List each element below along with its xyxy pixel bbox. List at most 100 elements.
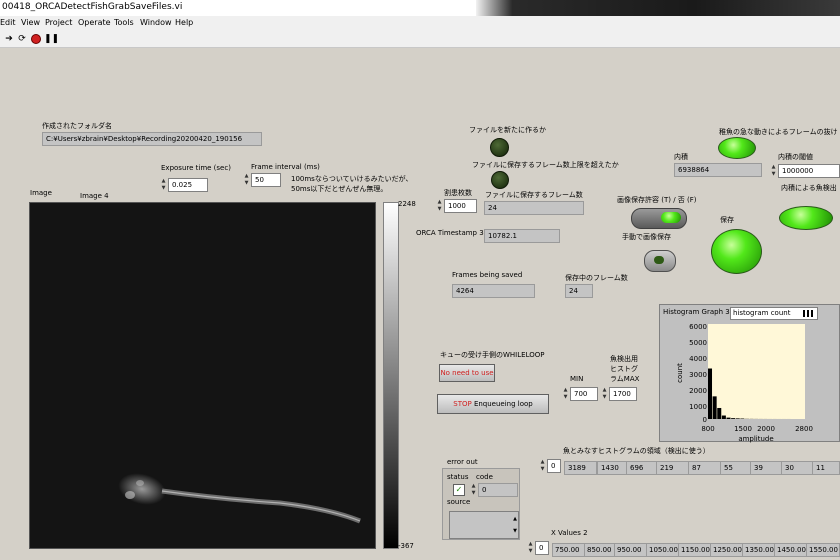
timestamp-field: 10782.1: [484, 229, 560, 243]
scale-min-label: -367: [398, 542, 414, 550]
histogram-legend[interactable]: histogram count: [730, 307, 818, 320]
histogram-xlabel: amplitude: [738, 435, 773, 443]
scale-max-label: 2248: [398, 200, 416, 208]
status-check-icon: ✓: [453, 484, 465, 496]
fish-range-index[interactable]: 0: [547, 459, 561, 473]
histogram-bar: [712, 396, 717, 419]
intensity-colorbar: [383, 202, 399, 549]
fish-range-cell: 11: [812, 461, 840, 475]
detect-led: [779, 206, 833, 230]
histogram-bar: [721, 415, 726, 419]
save-allow-switch[interactable]: [631, 208, 687, 229]
xvalues-cell: 1250.00: [710, 543, 743, 557]
inner-product-field: 6938864: [674, 163, 762, 177]
frames-in-file-label: ファイルに保存するフレーム数: [485, 191, 583, 199]
frames-being-saved-label: Frames being saved: [452, 271, 523, 279]
queue-label: キューの受け手側のWHILELOOP: [440, 351, 545, 359]
min-stepper[interactable]: ▲ ▼: [562, 387, 569, 401]
histogram-bar: [731, 418, 736, 419]
y-tick-6000: 6000: [689, 323, 707, 331]
histogram-bar: [708, 368, 713, 419]
max-label-3: ラムMAX: [610, 375, 640, 383]
toolbar: ➔ ⟳ ❚❚: [0, 31, 840, 48]
frames-being-saved-field: 4264: [452, 284, 535, 298]
y-tick-2000: 2000: [689, 387, 707, 395]
fish-range-cell: 3189: [564, 461, 597, 475]
x-tick-2000: 2000: [757, 425, 775, 433]
min-input[interactable]: 700: [570, 387, 598, 401]
exposure-stepper[interactable]: ▲ ▼: [160, 178, 167, 192]
histogram-legend-label: histogram count: [733, 309, 791, 317]
menu-window[interactable]: Window: [140, 18, 172, 27]
background-window-strip: [476, 0, 840, 16]
exposure-label: Exposure time (sec): [161, 164, 231, 172]
save-label: 保存: [720, 216, 734, 224]
xvalues-cell: 1050.00: [646, 543, 679, 557]
histogram-ylabel: count: [676, 363, 684, 383]
no-need-to-use-button[interactable]: No need to use: [439, 364, 495, 382]
x-tick-800: 800: [701, 425, 714, 433]
title-bar: 00418_ORCADetectFishGrabSaveFiles.vi: [0, 0, 840, 17]
pause-icon[interactable]: ❚❚: [44, 34, 59, 44]
split-count-stepper[interactable]: ▲ ▼: [436, 199, 443, 213]
xvalues-index-stepper[interactable]: ▲ ▼: [527, 541, 534, 555]
fish-larva-image: [118, 473, 361, 524]
enqueueing-loop-text: Enqueueing loop: [473, 400, 533, 408]
y-tick-3000: 3000: [689, 371, 707, 379]
menu-bar: Edit View Project Operate Tools Window H…: [0, 16, 840, 31]
y-tick-5000: 5000: [689, 339, 707, 347]
max-input[interactable]: 1700: [609, 387, 637, 401]
xvalues-cell: 1550.00: [806, 543, 840, 557]
save-led: [711, 229, 762, 274]
fish-range-index-stepper[interactable]: ▲ ▼: [539, 459, 546, 473]
threshold-input[interactable]: 1000000: [778, 164, 840, 178]
xvalues-cell: 1450.00: [774, 543, 807, 557]
histogram-bar: [726, 417, 731, 419]
scroll-arrows-icon[interactable]: ▲ ▼: [513, 513, 517, 537]
threshold-label: 内積の閾値: [778, 153, 813, 161]
new-file-led: [490, 138, 509, 157]
fast-move-label: 稚魚の急な動きによるフレームの抜け: [719, 128, 838, 136]
histogram-svg: 6000 5000 4000 3000 2000 1000 0 800 1500…: [676, 323, 813, 443]
fish-range-cell: 39: [750, 461, 783, 475]
threshold-stepper[interactable]: ▲ ▼: [770, 164, 777, 178]
frame-interval-input[interactable]: 50: [251, 173, 281, 187]
exceed-led: [491, 171, 509, 189]
run-continuously-icon[interactable]: ⟳: [17, 34, 27, 44]
image-label: Image: [30, 189, 52, 197]
histogram-bar: [735, 418, 740, 419]
frame-interval-stepper[interactable]: ▲ ▼: [243, 173, 250, 187]
error-code-field: 0: [478, 483, 518, 497]
fast-move-led: [718, 137, 756, 159]
stop-word: STOP: [453, 400, 472, 408]
fish-range-label: 魚とみなすヒストグラムの領域（検出に使う）: [563, 447, 710, 455]
menu-view[interactable]: View: [21, 18, 40, 27]
menu-project[interactable]: Project: [45, 18, 72, 27]
xvalues-cell: 1350.00: [742, 543, 775, 557]
menu-edit[interactable]: Edit: [0, 18, 16, 27]
xvalues-cell: 850.00: [584, 543, 617, 557]
manual-save-button[interactable]: [644, 250, 676, 272]
fish-range-cell: 87: [688, 461, 721, 475]
menu-help[interactable]: Help: [175, 18, 193, 27]
menu-operate[interactable]: Operate: [78, 18, 111, 27]
y-tick-4000: 4000: [689, 355, 707, 363]
menu-tools[interactable]: Tools: [114, 18, 134, 27]
run-arrow-icon[interactable]: ➔: [4, 34, 14, 44]
xvalues-index[interactable]: 0: [535, 541, 549, 555]
stop-enqueueing-button[interactable]: STOP Enqueueing loop: [437, 394, 549, 414]
window-title: 00418_ORCADetectFishGrabSaveFiles.vi: [2, 2, 183, 12]
split-count-input[interactable]: 1000: [444, 199, 477, 213]
image-display[interactable]: [29, 202, 376, 549]
fish-range-cell: 696: [626, 461, 659, 475]
error-code-label: code: [476, 473, 493, 481]
y-tick-0: 0: [703, 416, 707, 424]
histogram-graph[interactable]: Histogram Graph 3 histogram count 6000 5…: [659, 304, 840, 443]
error-source-label: source: [447, 498, 471, 506]
exposure-input[interactable]: 0.025: [168, 178, 208, 192]
max-stepper[interactable]: ▲ ▼: [601, 387, 608, 401]
xvalues-cell: 750.00: [552, 543, 585, 557]
image-4-label: Image 4: [80, 192, 109, 200]
abort-icon[interactable]: [31, 34, 41, 44]
fish-range-cell: 55: [720, 461, 753, 475]
